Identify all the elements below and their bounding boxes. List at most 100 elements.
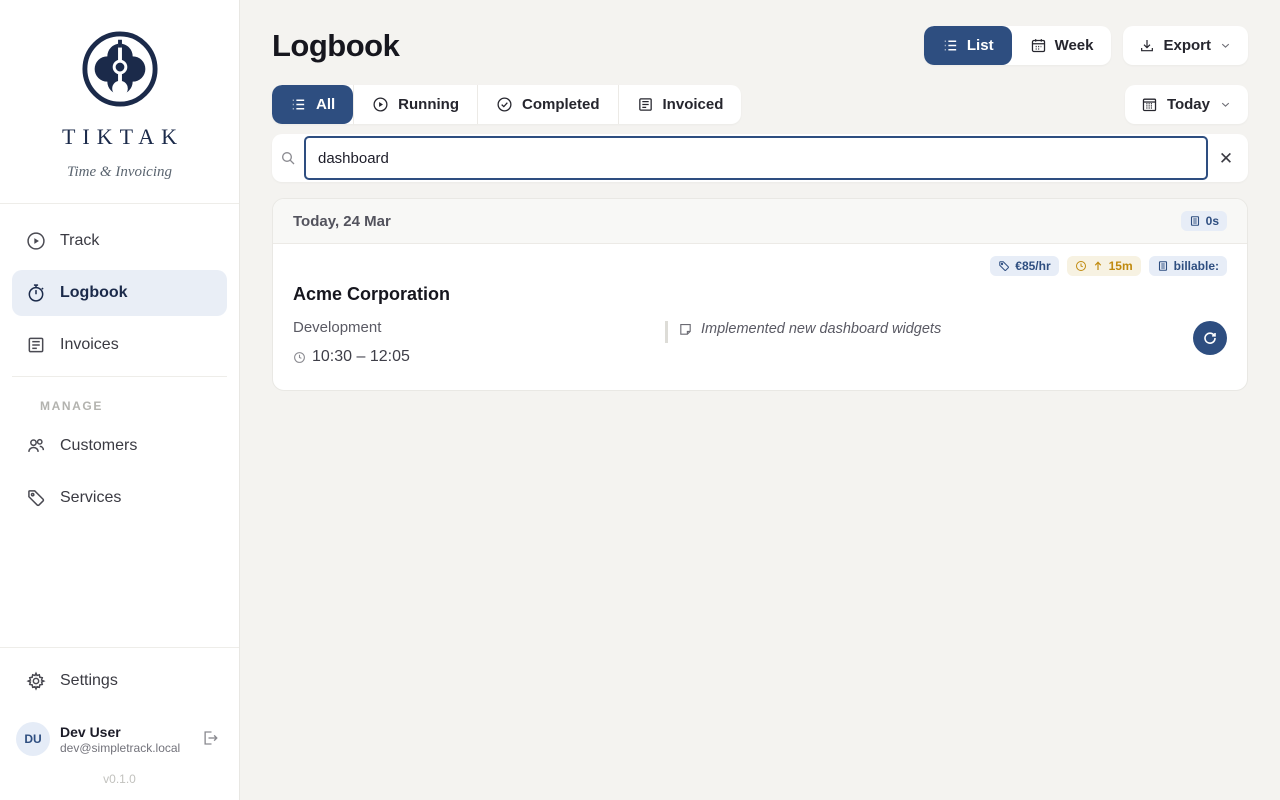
brand-tagline: Time & Invoicing: [16, 164, 223, 181]
view-toggle: List Week: [924, 26, 1112, 65]
entry-customer: Acme Corporation: [293, 284, 665, 305]
sidebar-nav: Track Logbook Invoices MANAGE Customers …: [0, 204, 239, 537]
sidebar-item-invoices[interactable]: Invoices: [12, 322, 227, 368]
page-title: Logbook: [272, 28, 399, 64]
search-bar: ✕: [272, 134, 1248, 182]
clock-icon: [293, 351, 306, 364]
play-circle-icon: [372, 96, 389, 113]
brand-name: TIKTAK: [23, 124, 223, 150]
rate-badge: €85/hr: [990, 256, 1058, 276]
search-icon-cell: [272, 150, 304, 166]
entry-badges: €85/hr 15m billable:: [293, 256, 1227, 276]
invoice-icon: [26, 335, 46, 355]
invoice-icon: [637, 96, 654, 113]
sidebar-bottom: Settings DU Dev User dev@simpletrack.loc…: [0, 647, 239, 800]
restart-icon: [1202, 330, 1218, 346]
tab-label: Running: [398, 96, 459, 113]
date-filter-label: Today: [1167, 96, 1210, 113]
entry-service: Development: [293, 319, 665, 336]
receipt-icon: [1189, 215, 1201, 227]
receipt-icon: [1157, 260, 1169, 272]
sidebar-item-label: Track: [60, 232, 99, 250]
tag-icon: [26, 488, 46, 508]
logbook-entry[interactable]: €85/hr 15m billable: Acme Corporation De…: [273, 244, 1247, 390]
settings-block: Settings: [0, 647, 239, 704]
search-input[interactable]: [304, 136, 1208, 180]
user-meta: Dev User dev@simpletrack.local: [60, 724, 187, 755]
entry-time: 10:30 – 12:05: [293, 348, 665, 366]
rounding-badge: 15m: [1067, 256, 1141, 276]
app-version: v0.1.0: [0, 762, 239, 800]
chevron-down-icon: [1219, 98, 1232, 111]
search-clear-button[interactable]: ✕: [1211, 143, 1241, 173]
users-icon: [26, 436, 46, 456]
sidebar-item-label: Services: [60, 489, 121, 507]
day-group-date: Today, 24 Mar: [293, 213, 391, 230]
sidebar-item-services[interactable]: Services: [12, 475, 227, 521]
download-icon: [1139, 38, 1155, 54]
logbook-day-group: Today, 24 Mar 0s €85/hr 15m bill: [272, 198, 1248, 391]
status-filter-tabs: All Running Completed Invoiced: [272, 85, 741, 124]
user-row[interactable]: DU Dev User dev@simpletrack.local: [0, 710, 239, 762]
sidebar-item-label: Settings: [60, 672, 118, 690]
arrow-up-icon: [1092, 260, 1104, 272]
day-total-value: 0s: [1206, 214, 1219, 228]
note-icon: [678, 322, 693, 337]
rate-value: €85/hr: [1015, 259, 1050, 273]
tab-label: Invoiced: [663, 96, 724, 113]
sidebar-item-customers[interactable]: Customers: [12, 423, 227, 469]
sidebar-item-settings[interactable]: Settings: [12, 658, 227, 704]
date-filter-button[interactable]: Today: [1125, 85, 1248, 124]
export-button[interactable]: Export: [1123, 26, 1248, 65]
calendar-icon: [1030, 37, 1047, 54]
day-total-badge: 0s: [1181, 211, 1227, 231]
chevron-down-icon: [1219, 39, 1232, 52]
gear-icon: [26, 671, 46, 691]
sidebar-item-label: Invoices: [60, 336, 119, 354]
tab-invoiced[interactable]: Invoiced: [618, 85, 742, 124]
rounding-value: 15m: [1109, 259, 1133, 273]
logout-icon: [201, 729, 219, 747]
sidebar-item-label: Logbook: [60, 284, 128, 302]
sidebar: TIKTAK Time & Invoicing Track Logbook In…: [0, 0, 240, 800]
calendar-grid-icon: [1141, 96, 1158, 113]
list-icon: [942, 37, 959, 54]
restart-timer-button[interactable]: [1193, 321, 1227, 355]
brand-block: TIKTAK Time & Invoicing: [0, 0, 239, 204]
list-icon: [290, 96, 307, 113]
entry-main: Acme Corporation Development 10:30 – 12:…: [293, 284, 1227, 366]
view-list-button[interactable]: List: [924, 26, 1012, 65]
tab-label: Completed: [522, 96, 600, 113]
tab-all[interactable]: All: [272, 85, 353, 124]
view-week-button[interactable]: Week: [1012, 26, 1112, 65]
avatar: DU: [16, 722, 50, 756]
main-content: Logbook List Week Export: [240, 0, 1280, 800]
manage-section-label: MANAGE: [12, 377, 227, 423]
entry-time-range: 10:30 – 12:05: [312, 348, 410, 366]
billable-badge: billable:: [1149, 256, 1227, 276]
sidebar-item-label: Customers: [60, 437, 137, 455]
sidebar-item-logbook[interactable]: Logbook: [12, 270, 227, 316]
user-email: dev@simpletrack.local: [60, 741, 187, 755]
billable-value: billable:: [1174, 259, 1219, 273]
user-name: Dev User: [60, 724, 187, 740]
logout-button[interactable]: [197, 725, 223, 754]
sidebar-item-track[interactable]: Track: [12, 218, 227, 264]
check-circle-icon: [496, 96, 513, 113]
play-circle-icon: [26, 231, 46, 251]
view-list-label: List: [967, 37, 994, 54]
title-row: Logbook List Week Export: [272, 26, 1248, 65]
clock-icon: [1075, 260, 1087, 272]
day-group-header: Today, 24 Mar 0s: [273, 199, 1247, 244]
entry-action: [1193, 310, 1227, 366]
entry-note: Implemented new dashboard widgets: [665, 321, 1181, 343]
tab-running[interactable]: Running: [353, 85, 477, 124]
entry-left: Acme Corporation Development 10:30 – 12:…: [293, 284, 665, 366]
stopwatch-icon: [26, 283, 46, 303]
filter-row: All Running Completed Invoiced Today: [272, 85, 1248, 124]
title-controls: List Week Export: [924, 26, 1248, 65]
brand-logo-icon: [81, 30, 159, 108]
tab-completed[interactable]: Completed: [477, 85, 618, 124]
search-icon: [280, 150, 296, 166]
view-week-label: Week: [1055, 37, 1094, 54]
